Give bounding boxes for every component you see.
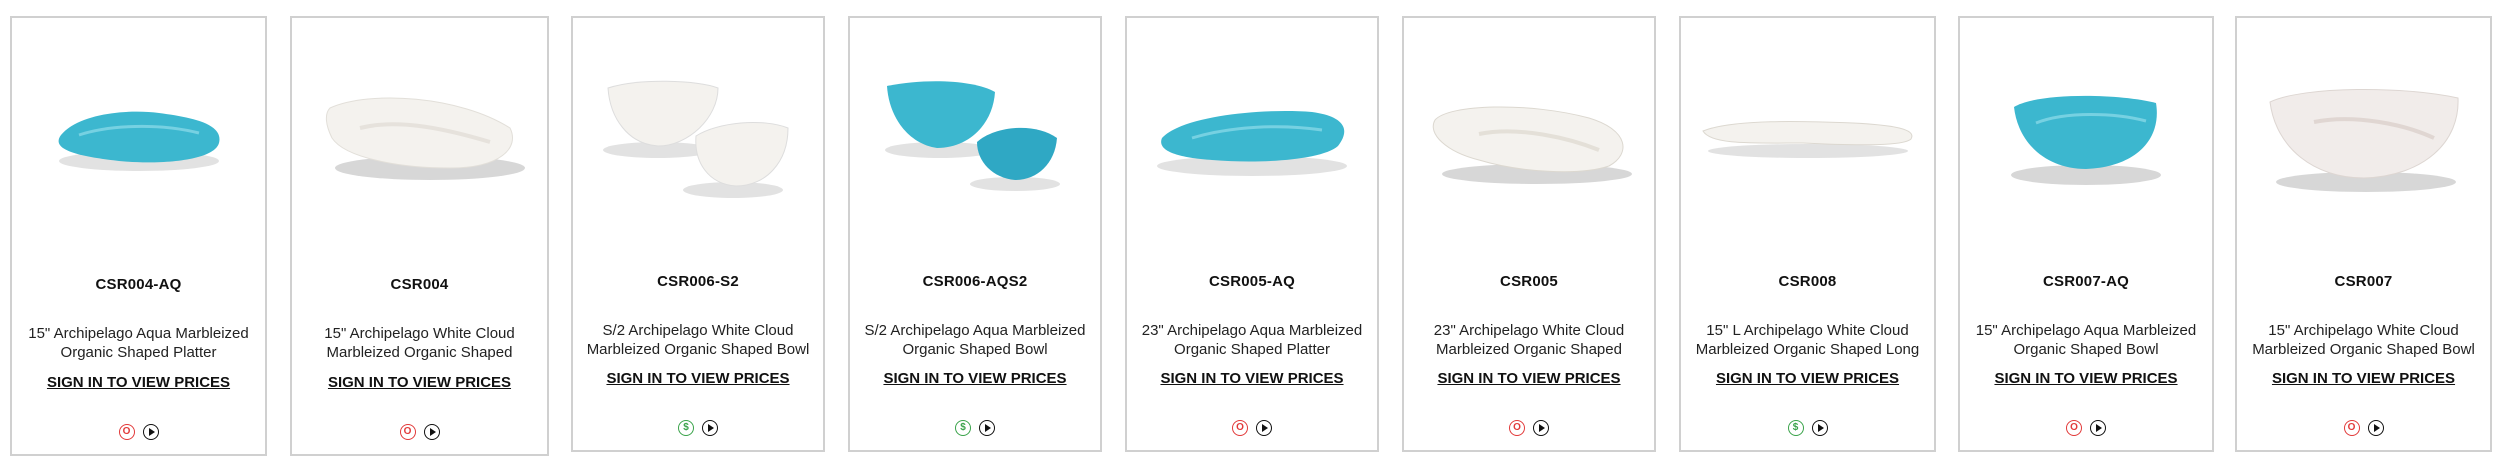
availability-icon: O: [1232, 420, 1248, 436]
product-description: 15" L Archipelago White Cloud Marbleized…: [1695, 322, 1920, 358]
product-image[interactable]: [1960, 18, 2212, 248]
product-description: 15" Archipelago White Cloud Marbleized O…: [324, 325, 515, 361]
availability-icon: $: [678, 420, 694, 436]
product-description: 23" Archipelago White Cloud Marbleized O…: [1433, 322, 1625, 358]
product-image[interactable]: [1404, 18, 1654, 248]
sign-in-link[interactable]: SIGN IN TO VIEW PRICES: [12, 374, 265, 391]
play-icon[interactable]: [979, 420, 995, 436]
product-image[interactable]: [1681, 18, 1934, 248]
product-sku: CSR008: [1778, 273, 1837, 290]
product-description: S/2 Archipelago Aqua Marbleized Organic …: [864, 322, 1086, 358]
product-description: 23" Archipelago Aqua Marbleized Organic …: [1141, 322, 1363, 358]
availability-icon: O: [1509, 420, 1525, 436]
product-image[interactable]: [850, 18, 1100, 248]
product-description: S/2 Archipelago White Cloud Marbleized O…: [586, 322, 810, 358]
play-icon[interactable]: [142, 424, 159, 440]
product-image[interactable]: [2237, 18, 2490, 248]
play-icon[interactable]: [2367, 420, 2384, 436]
product-card[interactable]: CSR004-AQ 15" Archipelago Aqua Marbleize…: [10, 16, 267, 456]
play-icon[interactable]: [1533, 420, 1549, 436]
product-sku: CSR005: [1500, 273, 1558, 290]
product-card[interactable]: CSR006-S2 S/2 Archipelago White Cloud Ma…: [571, 16, 825, 452]
product-sku: CSR004-AQ: [95, 276, 182, 293]
product-image[interactable]: [12, 18, 265, 248]
product-card[interactable]: CSR006-AQS2 S/2 Archipelago Aqua Marblei…: [848, 16, 1102, 452]
product-sku: CSR007-AQ: [2043, 273, 2129, 290]
availability-icon: $: [1787, 420, 1804, 436]
sign-in-link[interactable]: SIGN IN TO VIEW PRICES: [1127, 370, 1377, 387]
product-image[interactable]: [1127, 18, 1377, 248]
play-icon[interactable]: [1256, 420, 1272, 436]
product-card[interactable]: CSR008 15" L Archipelago White Cloud Mar…: [1679, 16, 1936, 452]
play-icon[interactable]: [2090, 420, 2106, 436]
sign-in-link[interactable]: SIGN IN TO VIEW PRICES: [850, 370, 1100, 387]
sign-in-link[interactable]: SIGN IN TO VIEW PRICES: [1404, 370, 1654, 387]
product-image[interactable]: [573, 18, 823, 248]
play-icon[interactable]: [702, 420, 718, 436]
availability-icon: O: [118, 424, 135, 440]
availability-icon: O: [2066, 420, 2082, 436]
product-description: 15" Archipelago Aqua Marbleized Organic …: [1975, 322, 2197, 358]
availability-icon: $: [955, 420, 971, 436]
play-icon[interactable]: [1811, 420, 1828, 436]
product-description: 15" Archipelago White Cloud Marbleized O…: [2252, 322, 2475, 358]
product-sku: CSR007: [2334, 273, 2393, 290]
product-sku: CSR006-AQS2: [922, 273, 1028, 290]
sign-in-link[interactable]: SIGN IN TO VIEW PRICES: [1960, 370, 2212, 387]
sign-in-link[interactable]: SIGN IN TO VIEW PRICES: [573, 370, 823, 387]
product-card[interactable]: CSR005 23" Archipelago White Cloud Marbl…: [1402, 16, 1656, 452]
sign-in-link[interactable]: SIGN IN TO VIEW PRICES: [2237, 370, 2490, 387]
availability-icon: O: [2343, 420, 2360, 436]
product-sku: CSR004: [390, 276, 449, 293]
sign-in-link[interactable]: SIGN IN TO VIEW PRICES: [292, 374, 547, 391]
product-image[interactable]: [292, 18, 547, 248]
play-icon[interactable]: [423, 424, 440, 440]
product-description: 15" Archipelago Aqua Marbleized Organic …: [28, 325, 249, 361]
product-card[interactable]: CSR007 15" Archipelago White Cloud Marbl…: [2235, 16, 2492, 452]
sign-in-link[interactable]: SIGN IN TO VIEW PRICES: [1681, 370, 1934, 387]
product-card[interactable]: CSR005-AQ 23" Archipelago Aqua Marbleize…: [1125, 16, 1379, 452]
product-card[interactable]: CSR004 15" Archipelago White Cloud Marbl…: [290, 16, 549, 456]
product-sku: CSR005-AQ: [1209, 273, 1295, 290]
product-card[interactable]: CSR007-AQ 15" Archipelago Aqua Marbleize…: [1958, 16, 2214, 452]
availability-icon: O: [399, 424, 416, 440]
product-sku: CSR006-S2: [657, 273, 739, 290]
